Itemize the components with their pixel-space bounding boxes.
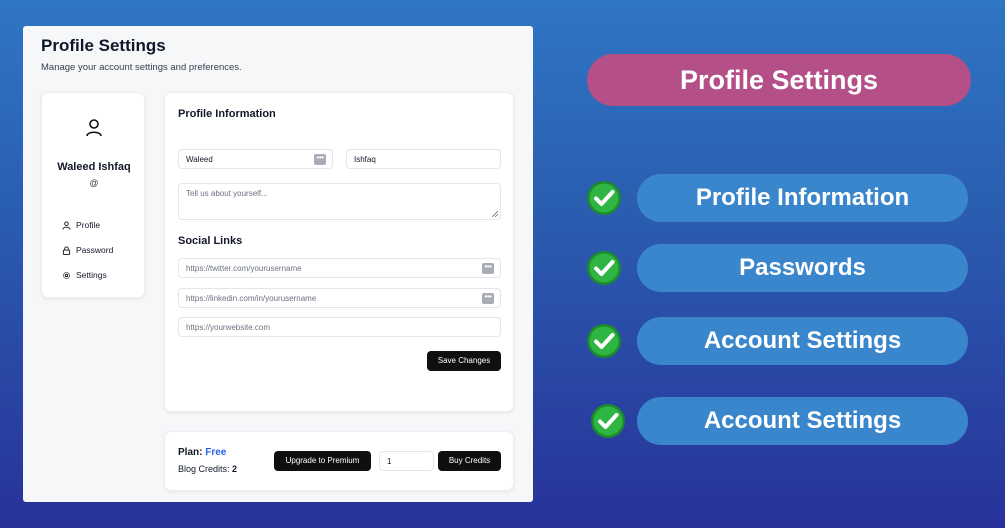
sidebar-item-settings[interactable]: Settings xyxy=(62,270,107,280)
user-avatar-icon xyxy=(86,119,102,137)
feature-pill: Account Settings xyxy=(637,397,968,445)
linkedin-input[interactable]: https://linkedin.com/in/yourusername ••• xyxy=(178,288,501,308)
page-title: Profile Settings xyxy=(41,36,166,55)
linkedin-placeholder: https://linkedin.com/in/yourusername xyxy=(186,294,317,303)
check-circle-icon xyxy=(591,404,625,438)
credits-quantity-input[interactable]: 1 xyxy=(379,451,434,471)
feature-row-account-settings-2: Account Settings xyxy=(584,397,984,445)
feature-pill: Account Settings xyxy=(637,317,968,365)
plan-label: Plan: xyxy=(178,447,203,458)
section-title-social-links: Social Links xyxy=(178,235,243,247)
sidebar-item-profile[interactable]: Profile xyxy=(62,220,100,230)
plan-card: Plan: Free Blog Credits: 2 Upgrade to Pr… xyxy=(164,431,514,491)
save-changes-button[interactable]: Save Changes xyxy=(427,351,501,371)
feature-pill: Profile Information xyxy=(637,174,968,222)
page-subtitle: Manage your account settings and prefere… xyxy=(41,62,242,73)
sidebar-item-label: Settings xyxy=(76,270,107,280)
feature-row-profile-information: Profile Information xyxy=(584,174,984,222)
first-name-input[interactable]: Waleed ••• xyxy=(178,149,333,169)
sidebar-item-password[interactable]: Password xyxy=(62,245,113,255)
user-handle: @ xyxy=(89,178,99,188)
feature-heading-pill: Profile Settings xyxy=(587,54,971,106)
last-name-input[interactable]: Ishfaq xyxy=(346,149,501,169)
section-title-profile-information: Profile Information xyxy=(178,108,276,120)
buy-credits-button[interactable]: Buy Credits xyxy=(438,451,501,471)
profile-form-card: Profile Information Waleed ••• Ishfaq Te… xyxy=(164,92,514,412)
plan-value: Free xyxy=(205,447,227,458)
website-input[interactable]: https://yourwebsite.com xyxy=(178,317,501,337)
credits-line: Blog Credits: 2 xyxy=(178,464,237,474)
password-manager-icon[interactable]: ••• xyxy=(482,263,494,274)
twitter-placeholder: https://twitter.com/yourusername xyxy=(186,264,302,273)
sidebar-item-label: Password xyxy=(76,245,114,255)
first-name-value: Waleed xyxy=(186,155,213,164)
check-circle-icon xyxy=(587,181,621,215)
password-manager-icon[interactable]: ••• xyxy=(482,293,494,304)
bio-placeholder: Tell us about yourself... xyxy=(186,189,268,198)
plan-line: Plan: Free xyxy=(178,447,226,458)
feature-row-passwords: Passwords xyxy=(584,244,984,292)
twitter-input[interactable]: https://twitter.com/yourusername ••• xyxy=(178,258,501,278)
website-placeholder: https://yourwebsite.com xyxy=(186,323,271,332)
sidebar-item-label: Profile xyxy=(76,220,101,230)
lock-icon xyxy=(62,245,71,255)
feature-row-account-settings: Account Settings xyxy=(584,317,984,365)
profile-sidebar: Waleed Ishfaq @ Profile Password Setting… xyxy=(41,92,145,298)
user-icon xyxy=(62,220,71,230)
upgrade-to-premium-button[interactable]: Upgrade to Premium xyxy=(274,451,371,471)
bio-textarea[interactable]: Tell us about yourself... xyxy=(178,183,501,220)
profile-settings-screenshot: Profile Settings Manage your account set… xyxy=(23,26,533,502)
check-circle-icon xyxy=(587,324,621,358)
user-name: Waleed Ishfaq xyxy=(57,161,131,173)
password-manager-icon[interactable]: ••• xyxy=(314,154,326,165)
credits-value: 2 xyxy=(232,464,238,474)
credits-quantity-value: 1 xyxy=(387,457,392,466)
last-name-value: Ishfaq xyxy=(354,155,376,164)
credits-label: Blog Credits: xyxy=(178,464,230,474)
resize-handle-icon[interactable] xyxy=(492,211,498,217)
feature-pill: Passwords xyxy=(637,244,968,292)
check-circle-icon xyxy=(587,251,621,285)
gear-icon xyxy=(63,271,70,279)
